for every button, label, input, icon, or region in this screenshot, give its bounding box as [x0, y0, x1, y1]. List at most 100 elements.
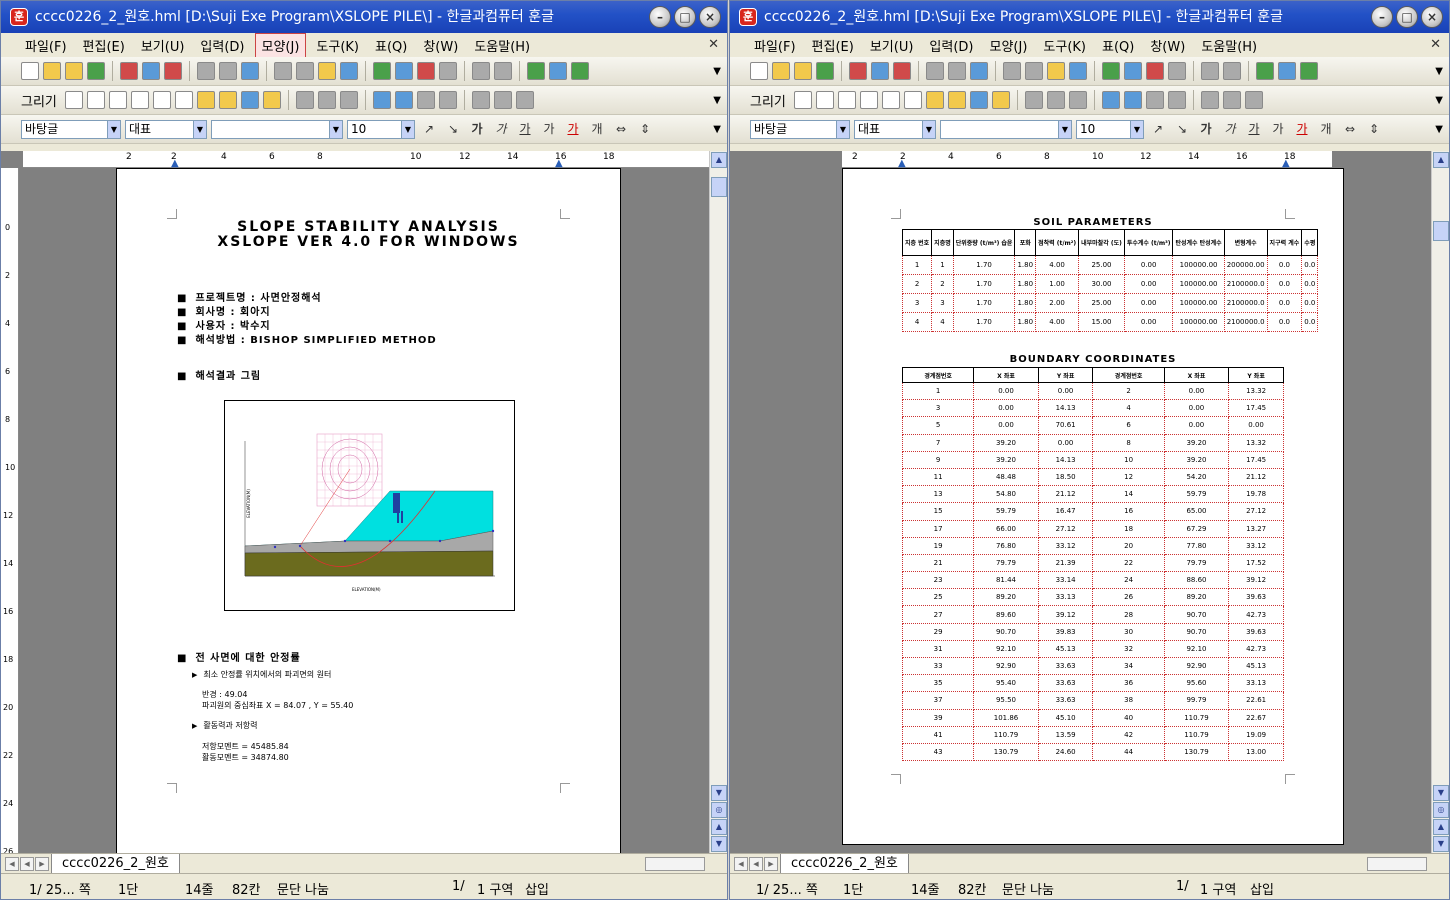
- first-tab-icon[interactable]: ◀: [734, 857, 748, 871]
- toolbar-overflow-icon[interactable]: ▼: [713, 66, 721, 77]
- italic-button[interactable]: 가: [1220, 120, 1240, 139]
- document-page[interactable]: SLOPE STABILITY ANALYSIS XSLOPE VER 4.0 …: [116, 168, 621, 854]
- font-name-combo[interactable]: ▼: [940, 119, 1072, 139]
- maximize-button[interactable]: □: [674, 6, 696, 28]
- draw-menu-label[interactable]: 그리기: [21, 91, 57, 110]
- toolbar-overflow-icon[interactable]: ▼: [713, 124, 721, 135]
- minimize-button[interactable]: –: [1371, 6, 1393, 28]
- menu-view[interactable]: 보기(U): [135, 34, 191, 57]
- group-icon[interactable]: [317, 91, 336, 109]
- close-button[interactable]: ×: [1421, 6, 1443, 28]
- group-icon[interactable]: [1046, 91, 1065, 109]
- ellipse-icon[interactable]: [837, 91, 856, 109]
- font-size-combo[interactable]: 10 ▼: [1076, 119, 1144, 139]
- polygon-icon[interactable]: [152, 91, 171, 109]
- freehand-icon[interactable]: [196, 91, 215, 109]
- scroll-thumb[interactable]: [1433, 221, 1449, 241]
- menu-help[interactable]: 도움말(H): [468, 34, 536, 57]
- curve-icon[interactable]: [174, 91, 193, 109]
- columns-icon[interactable]: [1168, 62, 1186, 80]
- ungroup-icon[interactable]: [339, 91, 358, 109]
- link-icon[interactable]: [1201, 62, 1219, 80]
- page-browse-icon[interactable]: ◎: [1433, 802, 1449, 818]
- menu-table[interactable]: 표(Q): [1096, 34, 1140, 57]
- font-name-combo[interactable]: ▼: [211, 119, 343, 139]
- menu-window[interactable]: 창(W): [417, 34, 464, 57]
- connector-icon[interactable]: [947, 91, 966, 109]
- redo-icon[interactable]: [219, 62, 237, 80]
- menu-help[interactable]: 도움말(H): [1195, 34, 1263, 57]
- toolbar-overflow-icon[interactable]: ▼: [1435, 124, 1443, 135]
- hangul-app-icon[interactable]: 훈: [739, 8, 757, 26]
- menu-format[interactable]: 모양(J): [254, 32, 307, 58]
- menu-table[interactable]: 표(Q): [369, 34, 413, 57]
- toolbar-overflow-icon[interactable]: ▼: [1435, 66, 1443, 77]
- arc-icon[interactable]: [859, 91, 878, 109]
- char-shape-icon[interactable]: [1146, 62, 1164, 80]
- maximize-button[interactable]: □: [1396, 6, 1418, 28]
- fill-color-icon[interactable]: [1123, 91, 1142, 109]
- underline-button[interactable]: 가: [515, 120, 535, 139]
- menu-file[interactable]: 파일(F): [19, 34, 73, 57]
- ungroup-icon[interactable]: [1068, 91, 1087, 109]
- toolbar-overflow-icon[interactable]: ▼: [1435, 95, 1443, 106]
- chevron-down-icon[interactable]: ▼: [401, 120, 414, 138]
- menu-tools[interactable]: 도구(K): [310, 34, 365, 57]
- minimize-button[interactable]: –: [649, 6, 671, 28]
- connector-icon[interactable]: [218, 91, 237, 109]
- increase-size-icon[interactable]: ↗: [1148, 120, 1168, 139]
- insert-table-icon[interactable]: [1278, 62, 1296, 80]
- style-combo[interactable]: 바탕글 ▼: [750, 119, 850, 139]
- scroll-up-icon[interactable]: ▲: [1433, 152, 1449, 168]
- rectangle-icon[interactable]: [86, 91, 105, 109]
- image-frame-icon[interactable]: [262, 91, 281, 109]
- bring-front-icon[interactable]: [1145, 91, 1164, 109]
- menu-tools[interactable]: 도구(K): [1037, 34, 1092, 57]
- copy-icon[interactable]: [296, 62, 314, 80]
- save-icon[interactable]: [87, 62, 105, 80]
- align-icon[interactable]: [395, 62, 413, 80]
- rectangle-icon[interactable]: [815, 91, 834, 109]
- chevron-down-icon[interactable]: ▼: [1130, 120, 1143, 138]
- italic-button[interactable]: 가: [491, 120, 511, 139]
- send-back-icon[interactable]: [438, 91, 457, 109]
- unlink-icon[interactable]: [1223, 62, 1241, 80]
- font-lang-combo[interactable]: 대표 ▼: [125, 119, 207, 139]
- columns-icon[interactable]: [439, 62, 457, 80]
- horizontal-ruler[interactable]: 2 2 4 6 8 10 12 14 16 18 ▲ ▲: [23, 151, 713, 169]
- find-icon[interactable]: [241, 62, 259, 80]
- close-button[interactable]: ×: [699, 6, 721, 28]
- menu-insert[interactable]: 입력(D): [923, 34, 979, 57]
- insert-picture-icon[interactable]: [527, 62, 545, 80]
- open-folder-icon[interactable]: [772, 62, 790, 80]
- insert-chart-icon[interactable]: [1300, 62, 1318, 80]
- menu-view[interactable]: 보기(U): [864, 34, 920, 57]
- menu-file[interactable]: 파일(F): [748, 34, 802, 57]
- format-painter-icon[interactable]: [1069, 62, 1087, 80]
- prev-page-icon[interactable]: ▲: [1433, 819, 1449, 835]
- document-close-icon[interactable]: ✕: [708, 37, 719, 52]
- undo-icon[interactable]: [197, 62, 215, 80]
- line-style-icon[interactable]: [493, 91, 512, 109]
- increase-size-icon[interactable]: ↗: [419, 120, 439, 139]
- open-dropdown-icon[interactable]: [794, 62, 812, 80]
- scroll-down-icon[interactable]: ▼: [1433, 785, 1449, 801]
- title-bar[interactable]: 훈 cccc0226_2_원호.hml [D:\Suji Exe Program…: [730, 1, 1449, 33]
- scroll-up-icon[interactable]: ▲: [711, 152, 727, 168]
- scroll-down-icon[interactable]: ▼: [711, 785, 727, 801]
- menu-insert[interactable]: 입력(D): [194, 34, 250, 57]
- char-border-button[interactable]: 개: [1316, 120, 1336, 139]
- arrow-style-icon[interactable]: [1244, 91, 1263, 109]
- align-icon[interactable]: [1124, 62, 1142, 80]
- char-border-button[interactable]: 개: [587, 120, 607, 139]
- line-color-icon[interactable]: [372, 91, 391, 109]
- prev-tab-icon[interactable]: ◀: [20, 857, 34, 871]
- redo-icon[interactable]: [948, 62, 966, 80]
- arrow-style-icon[interactable]: [515, 91, 534, 109]
- menu-edit[interactable]: 편집(E): [77, 34, 131, 57]
- link-icon[interactable]: [472, 62, 490, 80]
- pdf-icon[interactable]: [164, 62, 182, 80]
- menu-edit[interactable]: 편집(E): [806, 34, 860, 57]
- bold-button[interactable]: 가: [467, 120, 487, 139]
- insert-chart-icon[interactable]: [571, 62, 589, 80]
